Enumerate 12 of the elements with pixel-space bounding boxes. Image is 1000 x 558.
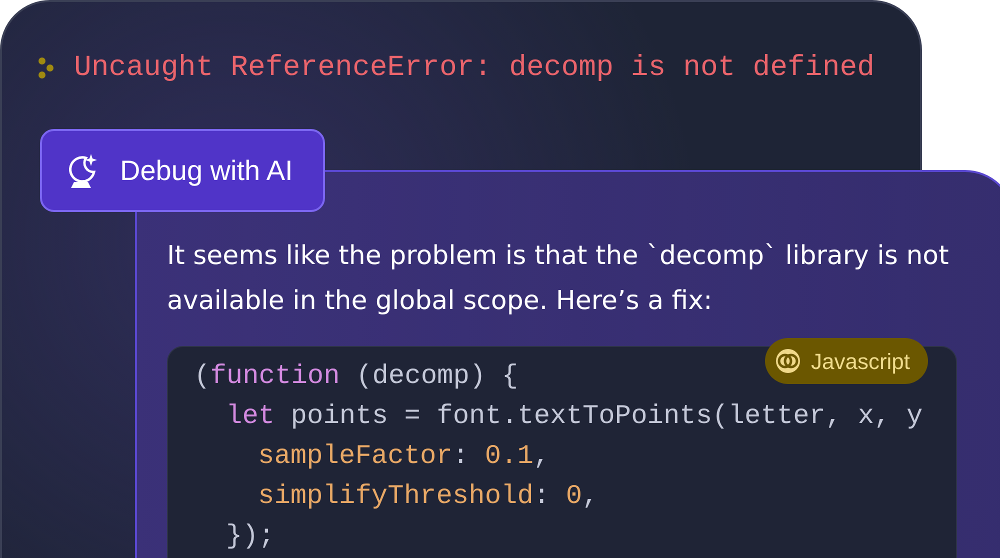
code-line: simplifyThreshold: 0, [258, 481, 598, 514]
language-badge: Javascript [765, 338, 928, 384]
language-icon [775, 348, 801, 374]
debug-with-ai-button[interactable]: Debug with AI [40, 129, 325, 212]
error-message: Uncaught ReferenceError: decomp is not defined [74, 50, 875, 86]
code-line: }); [226, 521, 275, 554]
answer-text: It seems like the problem is that the `decomp` library is not available in the global scope. Here’s a fix: [167, 240, 950, 318]
code-line: (function (decomp) { [194, 361, 518, 394]
crystal-ball-sparkle-icon [66, 152, 98, 190]
dots-icon [38, 56, 54, 79]
code-line: sampleFactor: 0.1, [258, 441, 550, 474]
code-line: let points = font.textToPoints(letter, x, y [226, 401, 923, 434]
